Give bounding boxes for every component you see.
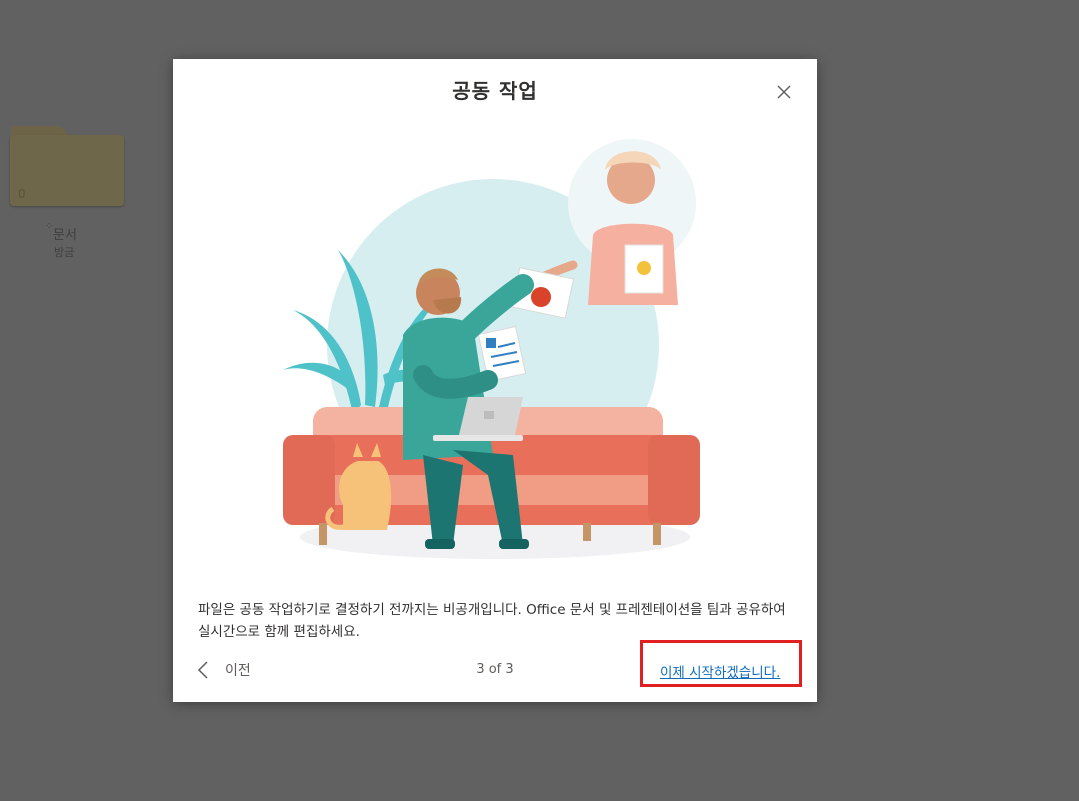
get-started-link[interactable]: 이제 시작하겠습니다. [660, 661, 780, 681]
dialog-title: 공동 작업 [452, 79, 538, 103]
folder-item-count: 0 [18, 187, 26, 201]
folder-icon: 0 [10, 126, 124, 206]
folder-name: 문서 [53, 228, 77, 243]
dialog-description: 파일은 공동 작업하기로 결정하기 전까지는 비공개입니다. Office 문서… [198, 602, 786, 640]
dialog-navigation: 이전 3 of 3 이제 시작하겠습니다. [173, 640, 817, 687]
folder-tile[interactable]: 0 ⁘ 문서 방금 [10, 126, 124, 259]
onboarding-dialog: 공동 작업 파일은 공동 작업하기로 결정하기 전까지는 비공개입니다. Off… [173, 59, 817, 702]
close-icon [777, 85, 791, 99]
folder-modified-time: 방금 [54, 246, 75, 259]
close-button[interactable] [773, 81, 795, 103]
collaboration-illustration [283, 139, 700, 559]
